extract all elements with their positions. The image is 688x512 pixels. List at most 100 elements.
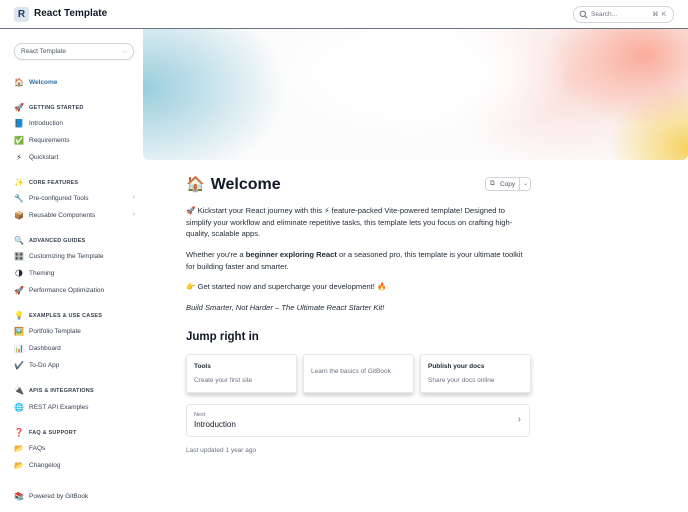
copy-label: Copy <box>500 181 516 188</box>
sidebar-item-welcome[interactable]: 🏠 Welcome <box>14 77 139 89</box>
space-select[interactable]: React Template ⌵ <box>14 43 134 60</box>
intro-paragraph: 🚀 Kickstart your React journey with this… <box>186 206 513 238</box>
sidebar-item-requirements[interactable]: ✅ Requirements <box>14 135 139 147</box>
rocket-icon: 🚀 <box>14 286 24 295</box>
search-shortcut: ⌘ K <box>652 12 667 18</box>
rocket-icon: 🚀 <box>14 103 24 112</box>
sidebar-item-label: Reusable Components <box>29 212 96 219</box>
check-box-icon: ✅ <box>14 136 24 145</box>
sidebar-item-label: Theming <box>29 270 55 277</box>
sidebar: React Template ⌵ 🏠 Welcome 🚀 GETTING STA… <box>0 29 143 512</box>
sidebar-section-examples: 💡 EXAMPLES & USE CASES <box>14 310 139 322</box>
chevron-right-icon[interactable]: › <box>133 211 135 218</box>
card-subtitle: Learn the basics of GitBook <box>311 368 391 375</box>
sidebar-item-dashboard[interactable]: 📊 Dashboard <box>14 343 139 355</box>
card-title: Publish your docs <box>428 363 485 370</box>
sidebar-item-label: Pre-configured Tools <box>29 195 89 202</box>
book-icon: 📘 <box>14 119 24 128</box>
sidebar-item-reusable-components[interactable]: 📦 Reusable Components › <box>14 210 139 222</box>
sidebar-scroll-fade <box>0 471 143 487</box>
sidebar-section-apis: 🔌 APIS & INTEGRATIONS <box>14 385 139 397</box>
bar-chart-icon: 📊 <box>14 344 24 353</box>
sidebar-item-label: FAQs <box>29 445 46 452</box>
sidebar-item-label: Performance Optimization <box>29 287 105 294</box>
sidebar-item-performance-optimization[interactable]: 🚀 Performance Optimization <box>14 285 139 297</box>
sidebar-item-todo-app[interactable]: ✔️ To-Do App <box>14 360 139 372</box>
search-placeholder: Search... <box>591 11 618 18</box>
gitbook-icon: 📚 <box>14 492 24 501</box>
sidebar-item-pre-configured-tools[interactable]: 🔧 Pre-configured Tools › <box>14 193 139 205</box>
magnifier-icon: 🔍 <box>14 236 24 245</box>
card-publish[interactable]: Publish your docs Share your docs online <box>420 354 531 393</box>
cover-image <box>143 29 688 160</box>
site-title[interactable]: React Template <box>34 8 107 19</box>
tagline-italic: Build Smarter, Not Harder – The Ultimate… <box>186 303 385 312</box>
sidebar-item-label: Changelog <box>29 462 61 469</box>
sidebar-item-label: Portfolio Template <box>29 328 81 335</box>
sidebar-item-rest-api-examples[interactable]: 🌐 REST API Examples <box>14 402 139 414</box>
card-subtitle: Create your first site <box>194 377 253 384</box>
sidebar-item-label: Requirements <box>29 137 70 144</box>
chevron-right-icon[interactable]: › <box>133 194 135 201</box>
wrench-icon: 🔧 <box>14 194 24 203</box>
next-label: Next <box>194 412 206 418</box>
sidebar-section-advanced-guides: 🔍 ADVANCED GUIDES <box>14 235 139 247</box>
sidebar-item-label: Customizing the Template <box>29 253 104 260</box>
sidebar-section-getting-started: 🚀 GETTING STARTED <box>14 102 139 114</box>
sidebar-section-core-features: ✨ CORE FEATURES <box>14 177 139 189</box>
powered-by-label: Powered by GitBook <box>29 493 89 500</box>
sidebar-item-introduction[interactable]: 📘 Introduction <box>14 118 139 130</box>
card-basics[interactable]: Learn the basics of GitBook <box>303 354 414 393</box>
sidebar-item-quickstart[interactable]: ⚡ Quickstart <box>14 152 139 164</box>
search-input[interactable]: Search... ⌘ K <box>573 6 674 23</box>
sidebar-section-faq: ❓ FAQ & SUPPORT <box>14 427 139 439</box>
tagline-paragraph: Build Smarter, Not Harder – The Ultimate… <box>186 302 526 314</box>
package-icon: 📦 <box>14 211 24 220</box>
sidebar-item-label: REST API Examples <box>29 404 89 411</box>
section-title: GETTING STARTED <box>29 105 84 111</box>
chevron-down-icon: ⌵ <box>122 48 127 55</box>
section-title: APIS & INTEGRATIONS <box>29 388 94 394</box>
sidebar-item-portfolio-template[interactable]: 🖼️ Portfolio Template <box>14 326 139 338</box>
plug-icon: 🔌 <box>14 386 24 395</box>
section-title: ADVANCED GUIDES <box>29 238 86 244</box>
sidebar-item-label: To-Do App <box>29 362 60 369</box>
text-span: Whether you're a <box>186 250 246 259</box>
site-logo[interactable]: R <box>14 7 29 22</box>
question-mark-icon: ❓ <box>14 428 24 437</box>
search-icon <box>579 10 588 19</box>
section-title: CORE FEATURES <box>29 180 79 186</box>
bold-text: beginner exploring React <box>245 250 337 259</box>
sidebar-item-theming[interactable]: 🌗 Theming <box>14 268 139 280</box>
checkmark-icon: ✔️ <box>14 361 24 370</box>
top-header: R React Template Search... ⌘ K <box>0 0 688 29</box>
picture-icon: 🖼️ <box>14 327 24 336</box>
chevron-down-icon[interactable]: ⌄ <box>519 178 531 190</box>
card-title: Tools <box>194 363 211 370</box>
sidebar-item-label: Introduction <box>29 120 63 127</box>
cta-paragraph: 👉 Get started now and supercharge your d… <box>186 282 387 291</box>
sidebar-item-customizing-the-template[interactable]: 🎛️ Customizing the Template <box>14 251 139 263</box>
half-moon-icon: 🌗 <box>14 269 24 278</box>
card-tools[interactable]: Tools Create your first site <box>186 354 297 393</box>
section-title: FAQ & SUPPORT <box>29 430 77 436</box>
page-title-text: Welcome <box>210 176 281 193</box>
sidebar-item-label: Quickstart <box>29 154 59 161</box>
lightbulb-icon: 💡 <box>14 311 24 320</box>
card-subtitle: Share your docs online <box>428 377 495 384</box>
house-icon: 🏠 <box>14 78 24 87</box>
audience-paragraph: Whether you're a beginner exploring Reac… <box>186 249 526 272</box>
next-title: Introduction <box>194 420 236 429</box>
sidebar-item-faqs[interactable]: 📂 FAQs <box>14 443 139 455</box>
sliders-icon: 🎛️ <box>14 252 24 261</box>
copy-page-button[interactable]: ⧉ Copy ⌄ <box>485 177 531 191</box>
copy-icon: ⧉ <box>490 180 495 187</box>
last-updated: Last updated 1 year ago <box>186 447 257 454</box>
page-title: 🏠 Welcome <box>186 175 281 194</box>
lightning-icon: ⚡ <box>16 153 22 162</box>
section-title: EXAMPLES & USE CASES <box>29 313 103 319</box>
chevron-right-icon: › <box>517 414 521 425</box>
space-select-value: React Template <box>21 48 67 55</box>
next-page-link[interactable]: Next Introduction › <box>186 404 530 437</box>
sparkles-icon: ✨ <box>14 178 24 187</box>
